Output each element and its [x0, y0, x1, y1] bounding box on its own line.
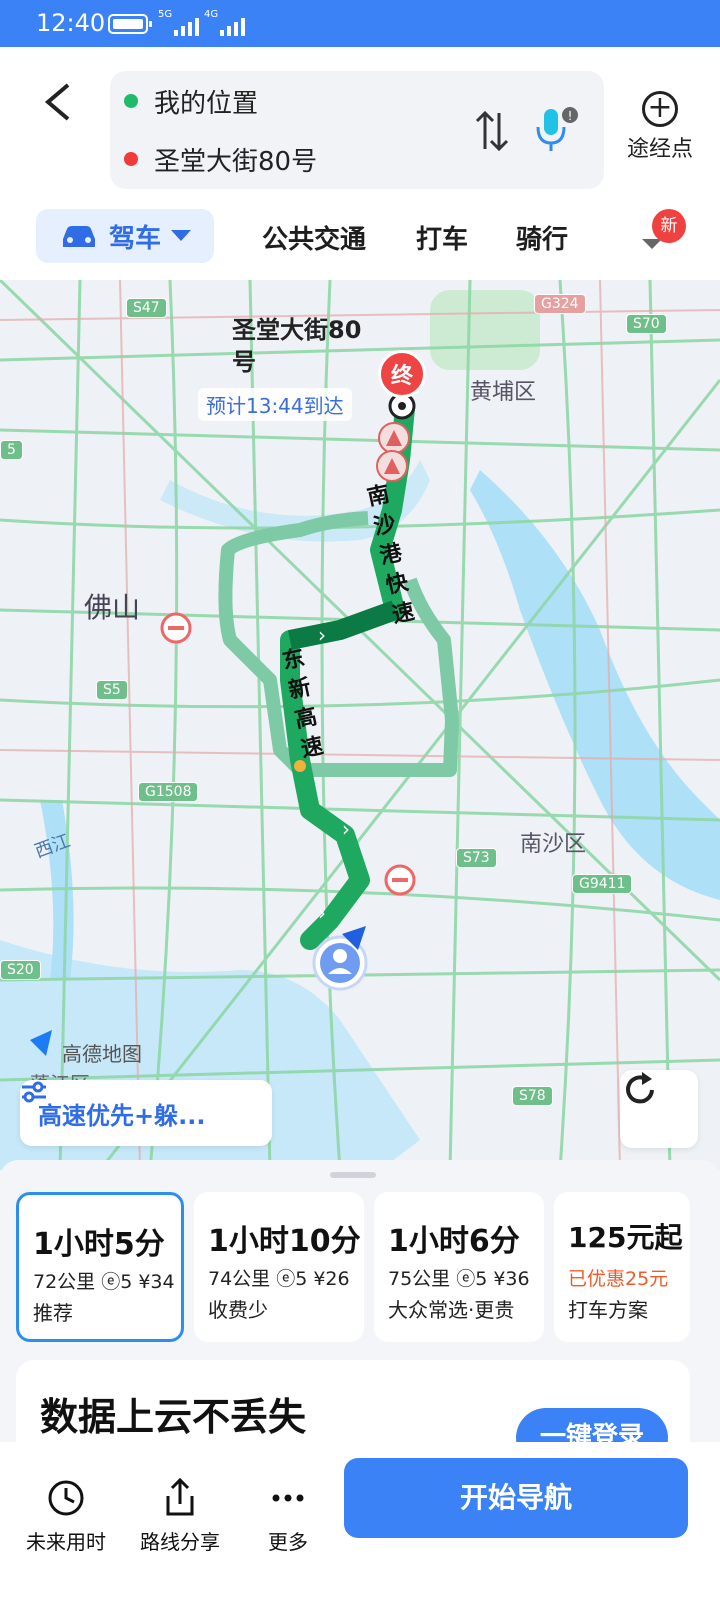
destination-field[interactable]: 圣堂大街80号: [124, 139, 317, 179]
caret-down-icon: [642, 239, 662, 249]
swap-arrows-icon: [475, 110, 509, 152]
microphone-icon: !: [536, 107, 578, 151]
tab-ride[interactable]: 骑行: [516, 219, 568, 256]
start-navigation-button[interactable]: 开始导航: [344, 1458, 688, 1538]
road-shield: G324: [534, 294, 586, 314]
bottom-action-bar: 未来用时 路线分享 更多 开始导航: [0, 1442, 720, 1600]
road-shield: S47: [126, 298, 167, 318]
eta-label: 预计13:44到达: [198, 388, 352, 421]
car-icon: [62, 226, 95, 247]
amap-logo: 高德地图: [62, 1042, 142, 1066]
route-search-panel: 我的位置 圣堂大街80号 ! + 途经点 驾车 公共交通 打车 骑行 新: [0, 47, 720, 280]
promo-title: 数据上云不丢失: [40, 1395, 307, 1439]
road-shield: S73: [456, 848, 497, 868]
plus-circle-icon: +: [642, 91, 678, 127]
road-shield: S5: [96, 680, 128, 700]
road-shield: S20: [0, 960, 41, 980]
battery-icon: [108, 14, 152, 34]
add-waypoint-button[interactable]: + 途经点: [620, 91, 700, 163]
destination-label: 圣堂大街80 号: [232, 316, 362, 376]
route-card[interactable]: 1小时10分 74公里 ⓔ5 ¥26 收费少: [194, 1192, 364, 1342]
map-canvas: › › ›: [0, 280, 720, 1170]
settings-sliders-icon: [22, 1081, 46, 1103]
status-bar: 12:40 5G 4G: [0, 0, 720, 47]
transport-mode-tabs: 驾车 公共交通 打车 骑行 新: [0, 207, 720, 267]
route-input-box: 我的位置 圣堂大街80号 !: [110, 71, 604, 189]
refresh-button[interactable]: [620, 1070, 698, 1148]
clock-icon: [48, 1480, 84, 1516]
signal-4g-icon: 4G: [204, 10, 245, 36]
tab-taxi[interactable]: 打车: [416, 219, 468, 256]
waypoint-label: 途经点: [626, 137, 693, 162]
share-icon: [166, 1477, 194, 1516]
road-shield: S78: [512, 1086, 553, 1106]
city-label: 佛山: [84, 591, 141, 624]
route-preference-button[interactable]: 高速优先+躲...: [20, 1080, 272, 1146]
route-card[interactable]: 1小时6分 75公里 ⓔ5 ¥36 大众常选·更贵: [374, 1192, 544, 1342]
signal-5g-icon: 5G: [158, 10, 199, 36]
route-card[interactable]: 1小时5分 72公里 ⓔ5 ¥34 推荐: [16, 1192, 184, 1342]
road-shield: 5: [0, 440, 23, 460]
route-map[interactable]: › › › 圣堂大街80 号 终 预计13:44到达 黄埔区 佛山 南沙区 西江…: [0, 280, 720, 1170]
more-dots-icon: [272, 1494, 304, 1502]
more-modes-button[interactable]: 新: [640, 209, 700, 265]
new-badge: 新: [652, 209, 686, 243]
svg-text:!: !: [568, 109, 573, 123]
swap-button[interactable]: [474, 109, 510, 152]
route-sheet: 1小时5分 72公里 ⓔ5 ¥34 推荐 1小时10分 74公里 ⓔ5 ¥26 …: [0, 1160, 720, 1600]
tab-transit[interactable]: 公共交通: [262, 219, 366, 256]
district-label: 黄埔区: [470, 380, 537, 405]
road-shield: G9411: [572, 874, 633, 894]
end-marker[interactable]: 终: [378, 350, 426, 398]
refresh-icon: [626, 1072, 654, 1104]
sheet-handle[interactable]: [330, 1172, 376, 1178]
road-shield: G1508: [138, 782, 199, 802]
svg-text:›: ›: [342, 817, 350, 841]
taxi-plan-card[interactable]: 125元起 已优惠25元 打车方案: [554, 1192, 690, 1342]
tab-drive[interactable]: 驾车: [36, 209, 214, 263]
future-time-button[interactable]: 未来用时: [16, 1476, 116, 1555]
status-time: 12:40: [36, 9, 106, 37]
svg-text:›: ›: [318, 901, 326, 925]
caret-down-icon: [171, 230, 191, 241]
more-button[interactable]: 更多: [238, 1476, 338, 1555]
destination-text: 圣堂大街80号: [154, 146, 318, 177]
app-root: 12:40 5G 4G 我的位置 圣堂大街80号 ! + 途经点 驾车 公共交通…: [0, 0, 720, 1600]
destination-dot-icon: [124, 152, 138, 166]
chevron-left-icon: [44, 83, 70, 121]
svg-text:›: ›: [318, 623, 326, 647]
origin-field[interactable]: 我的位置: [124, 81, 258, 121]
origin-dot-icon: [124, 94, 138, 108]
share-route-button[interactable]: 路线分享: [130, 1476, 230, 1555]
origin-text: 我的位置: [154, 88, 259, 119]
road-shield: S70: [626, 314, 667, 334]
voice-input-button[interactable]: !: [534, 105, 578, 153]
back-button[interactable]: [40, 77, 80, 127]
district-label: 南沙区: [520, 832, 587, 857]
